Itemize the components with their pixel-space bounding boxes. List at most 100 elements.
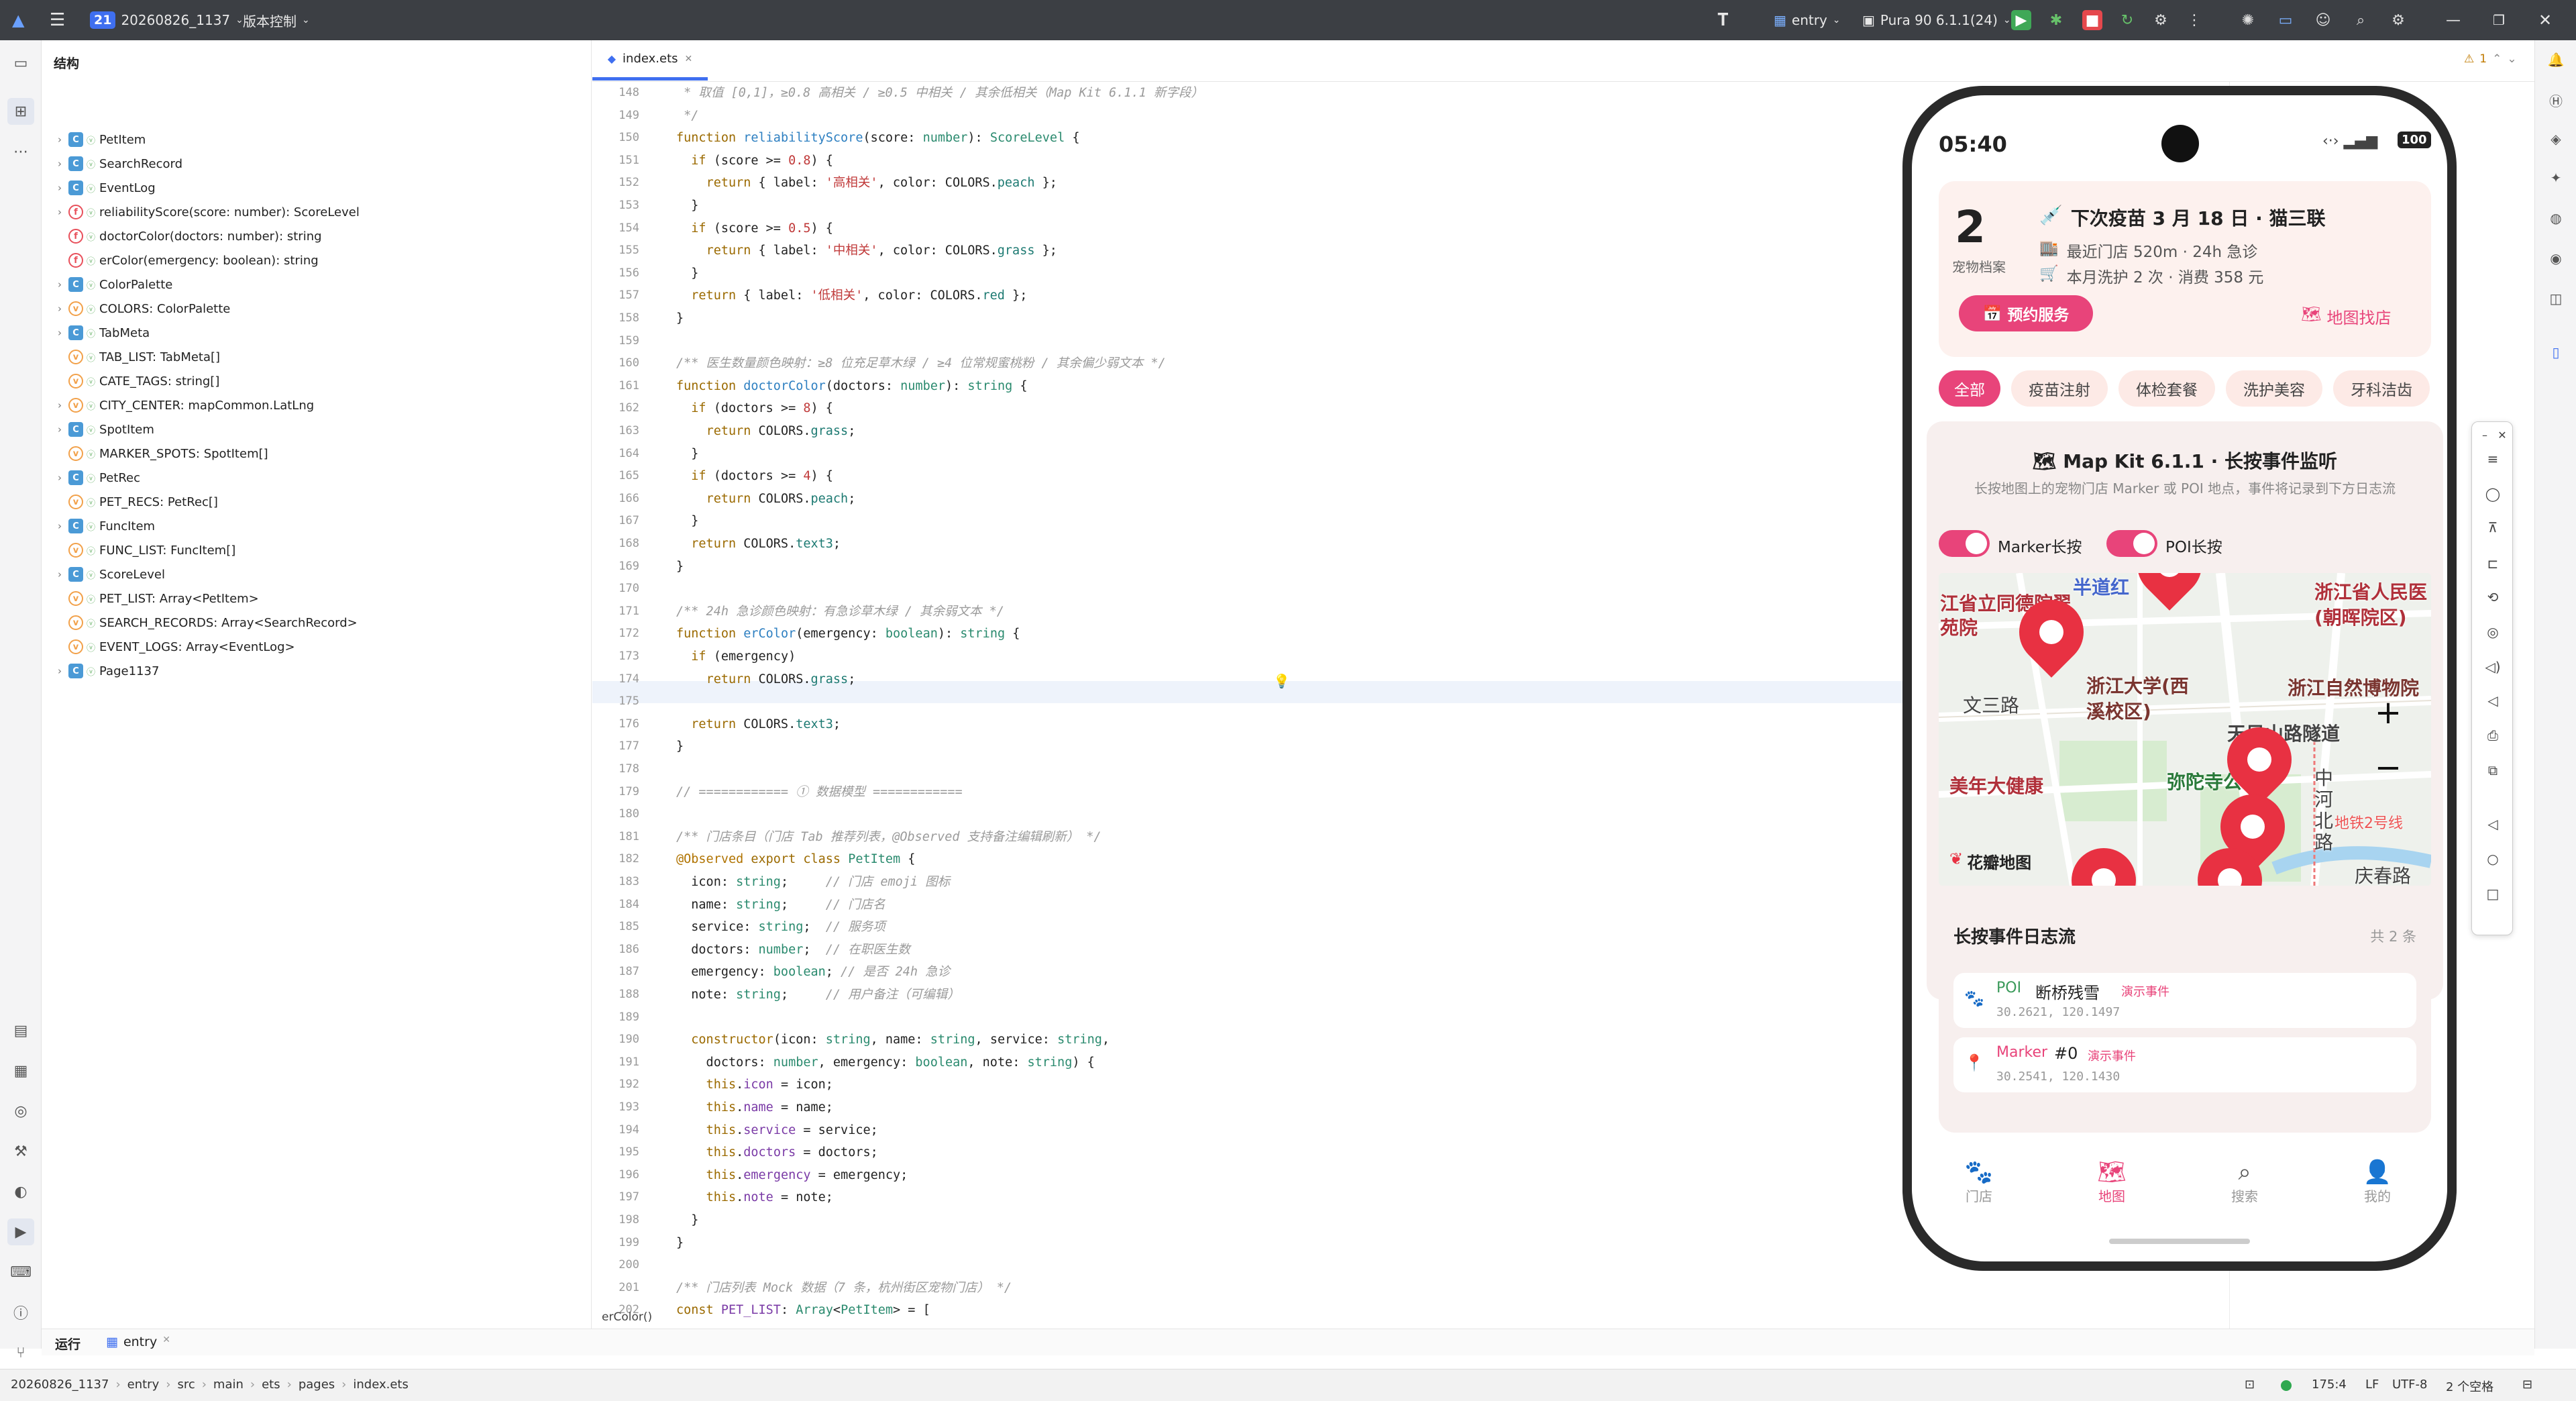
zoom-out-button[interactable]: − — [2368, 749, 2408, 789]
search-icon[interactable]: ⌕ — [2351, 0, 2371, 40]
code-line[interactable]: note: string; // 用户备注（可编辑） — [676, 984, 959, 1006]
structure-item[interactable]: › Cⓥ SpotItem — [51, 417, 154, 442]
code-line[interactable]: doctors: number, emergency: boolean, not… — [676, 1051, 1095, 1074]
vcs-menu[interactable]: 版本控制 ⌄ — [243, 0, 310, 40]
code-line[interactable]: if (emergency) — [676, 645, 803, 668]
book-service-button[interactable]: 📅 预约服务 — [1959, 295, 2093, 331]
structure-item[interactable]: › Cⓥ ScoreLevel — [51, 562, 165, 586]
close-emulator-icon[interactable]: ✕ — [2492, 425, 2512, 445]
code-line[interactable]: @Observed export class PetItem { — [676, 848, 915, 870]
warning-indicator[interactable]: ⚠ 1 ⌃ ⌄ — [2464, 52, 2517, 66]
path-segment[interactable]: index.ets — [353, 1378, 408, 1392]
chip-grooming[interactable]: 洗护美容 — [2226, 370, 2322, 407]
menu-icon[interactable]: ≡ — [2483, 449, 2503, 469]
terminal-icon[interactable]: ⌨ — [7, 1259, 34, 1286]
more-tools-icon[interactable]: ⋯ — [7, 138, 34, 165]
line-separator[interactable]: LF — [2365, 1378, 2379, 1392]
chip-checkup[interactable]: 体检套餐 — [2118, 370, 2215, 407]
code-line[interactable]: this.doctors = doctors; — [676, 1141, 878, 1163]
code-line[interactable]: name: string; // 门店名 — [676, 894, 885, 916]
rotate-icon[interactable]: ⟲ — [2483, 587, 2503, 607]
code-line[interactable]: } — [676, 510, 698, 532]
recents-icon[interactable]: □ — [2483, 884, 2503, 904]
chip-dental[interactable]: 牙科洁齿 — [2333, 370, 2430, 407]
run-tool-label[interactable]: 运行 — [55, 1335, 80, 1353]
structure-item[interactable]: v ⓥ TAB_LIST: TabMeta[] — [51, 345, 220, 369]
zoom-in-button[interactable]: + — [2368, 694, 2408, 734]
structure-item[interactable]: v ⓥ EVENT_LOGS: Array<EventLog> — [51, 635, 295, 659]
path-segment[interactable]: ets — [262, 1378, 280, 1392]
indent-setting[interactable]: 2 个空格 — [2446, 1378, 2493, 1395]
chevron-right-icon[interactable]: › — [51, 134, 68, 146]
structure-item[interactable]: v ⓥ PET_RECS: PetRec[] — [51, 490, 218, 514]
code-line[interactable]: */ — [676, 105, 698, 127]
chevron-right-icon[interactable]: › — [51, 665, 68, 677]
tab-index-ets[interactable]: ◆ index.ets ✕ — [592, 40, 708, 81]
home-icon[interactable]: ○ — [2483, 849, 2503, 869]
memory-icon[interactable]: ⊡ — [2245, 1378, 2255, 1392]
code-line[interactable]: return COLORS.grass; — [676, 668, 856, 690]
lock-icon[interactable]: ⊟ — [2522, 1378, 2532, 1392]
debug-bug-icon[interactable]: ✱ — [2046, 0, 2066, 40]
more-icon[interactable]: ⋮ — [2184, 0, 2204, 40]
code-breadcrumb[interactable]: erColor() — [602, 1310, 652, 1324]
chevron-right-icon[interactable]: › — [51, 278, 68, 291]
home-indicator[interactable] — [2109, 1239, 2250, 1244]
code-line[interactable]: emergency: boolean; // 是否 24h 急诊 — [676, 961, 950, 983]
stop-button[interactable]: ■ — [2082, 0, 2102, 40]
chevron-right-icon[interactable]: › — [51, 423, 68, 435]
harmony-icon[interactable]: Ⓗ — [2546, 90, 2566, 110]
bulb-icon[interactable]: ✺ — [2238, 0, 2258, 40]
volume-up-icon[interactable]: ◁) — [2483, 657, 2503, 677]
code-line[interactable]: } — [676, 195, 698, 217]
nav-tab-store[interactable]: 🐾 门店 — [1939, 1159, 2019, 1205]
git-icon[interactable]: ⑂ — [7, 1339, 34, 1366]
chip-vaccine[interactable]: 疫苗注射 — [2011, 370, 2108, 407]
location-icon[interactable]: ◎ — [2483, 622, 2503, 642]
structure-item[interactable]: › Cⓥ ColorPalette — [51, 272, 172, 297]
structure-item[interactable]: › f ⓥ reliabilityScore(score: number): Scor… — [51, 200, 360, 224]
run-tab-entry[interactable]: ▦ entry ✕ — [106, 1335, 170, 1349]
code-line[interactable]: return COLORS.text3; — [676, 533, 841, 555]
structure-item[interactable]: f ⓥ erColor(emergency: boolean): string — [51, 248, 319, 272]
code-line[interactable]: service: string; // 服务项 — [676, 916, 885, 938]
structure-item[interactable]: v ⓥ SEARCH_RECORDS: Array<SearchRecord> — [51, 611, 358, 635]
code-line[interactable]: function reliabilityScore(score: number)… — [676, 127, 1080, 149]
chevron-right-icon[interactable]: › — [51, 327, 68, 339]
problems-icon[interactable]: ⓘ — [7, 1299, 34, 1326]
path-segment[interactable]: entry — [127, 1378, 160, 1392]
marker-longpress-toggle[interactable] — [1939, 530, 1990, 557]
module-selector[interactable]: ▦ entry ⌄ — [1774, 0, 1841, 40]
record-icon[interactable]: ⧉ — [2483, 760, 2503, 780]
event-log-entry[interactable]: 🐾 POI 断桥残雪 演示事件 30.2621, 120.1497 — [1953, 973, 2416, 1028]
chevron-right-icon[interactable]: › — [51, 158, 68, 170]
map-view[interactable]: 江省立同德院翠苑院 浙江大学(西溪校区) 浙江省人民医(朝晖院区) 浙江自然博物… — [1939, 573, 2431, 886]
event-log-entry[interactable]: 📍 Marker #0 演示事件 30.2541, 120.1430 — [1953, 1037, 2416, 1092]
code-line[interactable]: this.note = note; — [676, 1186, 833, 1208]
maximize-button[interactable]: ❐ — [2493, 0, 2505, 40]
run-tool-icon[interactable]: ▶ — [7, 1218, 34, 1245]
code-line[interactable]: * 取值 [0,1]，≥0.8 高相关 / ≥0.5 中相关 / 其余低相关（M… — [676, 82, 1203, 104]
code-line[interactable]: return { label: '中相关', color: COLORS.gra… — [676, 240, 1057, 262]
screenshot-icon[interactable]: ⎙ — [2483, 725, 2503, 745]
nav-tab-search[interactable]: ⌕ 搜索 — [2204, 1159, 2285, 1205]
codegenie-icon[interactable]: ✦ — [2546, 168, 2566, 188]
chip-all[interactable]: 全部 — [1939, 370, 2000, 407]
code-line[interactable]: return COLORS.grass; — [676, 420, 856, 442]
pin-toolbar-icon[interactable]: ⊼ — [2483, 517, 2503, 537]
chevron-right-icon[interactable]: › — [51, 520, 68, 532]
text-tool-icon[interactable]: 𝐓 — [1717, 0, 1729, 40]
code-line[interactable]: return { label: '低相关', color: COLORS.red… — [676, 284, 1027, 307]
code-line[interactable]: } — [676, 443, 698, 465]
structure-item[interactable]: f ⓥ doctorColor(doctors: number): string — [51, 224, 322, 248]
chevron-right-icon[interactable]: › — [51, 303, 68, 315]
code-line[interactable]: if (score >= 0.5) { — [676, 217, 833, 240]
structure-item[interactable]: › Cⓥ Page1137 — [51, 659, 159, 683]
run-button[interactable]: ▶ — [2011, 0, 2031, 40]
structure-item[interactable]: v ⓥ MARKER_SPOTS: SpotItem[] — [51, 442, 268, 466]
structure-item[interactable]: › Cⓥ PetRec — [51, 466, 140, 490]
chevron-right-icon[interactable]: › — [51, 472, 68, 484]
crop-icon[interactable]: ⊏ — [2483, 554, 2503, 574]
gear-icon[interactable]: ⚙ — [2388, 0, 2408, 40]
structure-item[interactable]: › Cⓥ SearchRecord — [51, 152, 182, 176]
